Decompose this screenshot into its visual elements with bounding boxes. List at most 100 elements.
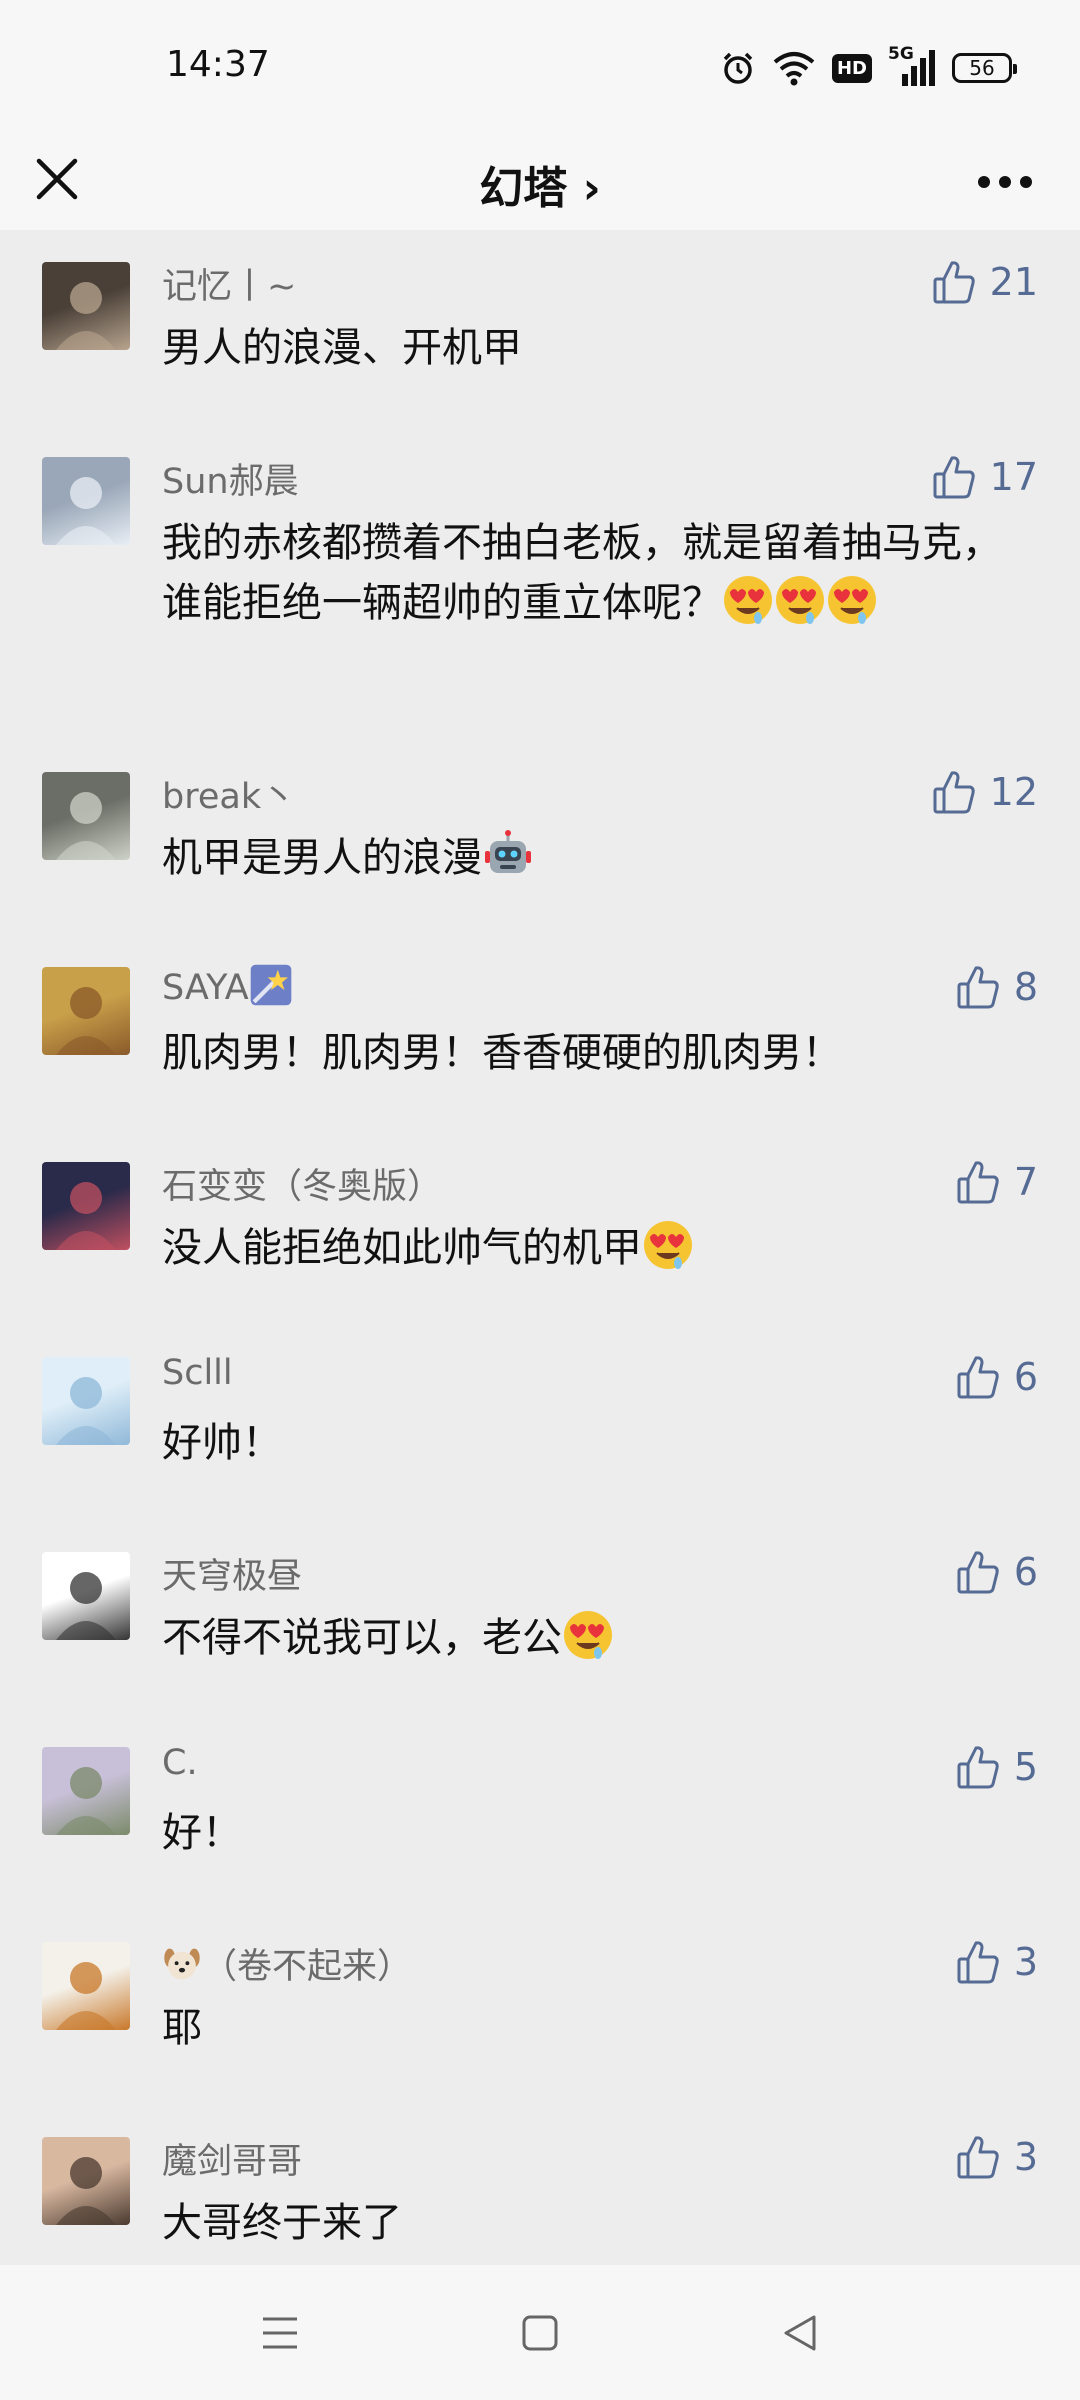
comment-text: 不得不说我可以，老公: [162, 1608, 1022, 1668]
battery-icon: 56: [952, 53, 1017, 83]
commenter-name-text: （卷不起来）: [202, 1947, 413, 1987]
wifi-icon: [772, 50, 816, 86]
comment-item[interactable]: SAYA 肌肉男！肌肉男！香香硬硬的肌肉男！ 8: [0, 935, 1080, 1125]
avatar-image: [56, 1182, 116, 1250]
thumbs-up-icon: [957, 1941, 999, 1984]
avatar-image: [56, 2157, 116, 2225]
commenter-name[interactable]: （卷不起来）: [162, 1938, 412, 1989]
avatar[interactable]: [42, 772, 130, 860]
thumbs-up-icon: [957, 2136, 999, 2179]
avatar-image: [56, 792, 116, 860]
status-bar: 14:37 HD 5G 56: [0, 0, 1080, 130]
back-button[interactable]: [770, 2307, 830, 2359]
like-count: 5: [1013, 1745, 1038, 1789]
avatar[interactable]: [42, 262, 130, 350]
comment-text-content: 大哥终于来了: [162, 2200, 402, 2246]
comment-item[interactable]: 石变变（冬奥版） 没人能拒绝如此帅气的机甲 7: [0, 1130, 1080, 1320]
like-count: 6: [1013, 1355, 1038, 1399]
heart-eyes-emoji: [724, 576, 772, 624]
comment-text-content: 男人的浪漫、开机甲: [162, 325, 522, 371]
comment-text: 肌肉男！肌肉男！香香硬硬的肌肉男！: [162, 1023, 1022, 1083]
comment-text: 耶: [162, 1998, 1022, 2058]
heart-eyes-emoji: [564, 1611, 612, 1659]
comment-item[interactable]: Sun郝晨 我的赤核都攒着不抽白老板，就是留着抽马克，谁能拒绝一辆超帅的重立体呢？…: [0, 425, 1080, 725]
avatar[interactable]: [42, 1942, 130, 2030]
like-count: 12: [989, 770, 1038, 814]
like-count: 3: [1013, 2135, 1038, 2179]
heart-eyes-emoji: [776, 576, 824, 624]
commenter-name[interactable]: break丶: [162, 768, 296, 819]
thumbs-up-icon: [957, 1746, 999, 1789]
comment-item[interactable]: Sclll 好帅！ 6: [0, 1325, 1080, 1515]
like-button[interactable]: 8: [956, 957, 1038, 1017]
commenter-name[interactable]: 天穹极昼: [162, 1548, 302, 1599]
like-count: 17: [989, 455, 1038, 499]
heart-eyes-emoji: [644, 1221, 692, 1269]
commenter-name[interactable]: Sun郝晨: [162, 453, 299, 504]
thumbs-up-icon: [957, 1551, 999, 1594]
like-button[interactable]: 6: [956, 1347, 1038, 1407]
home-icon: [522, 2315, 558, 2351]
thumbs-up-icon: [933, 456, 975, 499]
heart-eyes-emoji: [828, 576, 876, 624]
status-icons: HD 5G 56: [720, 44, 1017, 90]
home-button[interactable]: [510, 2307, 570, 2359]
avatar[interactable]: [42, 967, 130, 1055]
comment-list[interactable]: 记忆丨~ 男人的浪漫、开机甲 21 Sun郝晨 我的赤核都攒着不抽白老板，就是留着抽马克…: [0, 230, 1080, 2265]
comment-item[interactable]: 魔剑哥哥大哥终于来了 3: [0, 2105, 1080, 2265]
comment-text-content: 不得不说我可以，老公: [162, 1615, 562, 1661]
like-button[interactable]: 6: [956, 1542, 1038, 1602]
avatar[interactable]: [42, 1747, 130, 1835]
like-count: 7: [1013, 1160, 1038, 1204]
avatar-image: [56, 1767, 116, 1835]
commenter-name-text: Sun郝晨: [162, 462, 299, 502]
avatar[interactable]: [42, 457, 130, 545]
more-button[interactable]: [970, 152, 1040, 212]
commenter-name-text: 魔剑哥哥: [162, 2142, 303, 2182]
comment-text: 男人的浪漫、开机甲: [162, 318, 1022, 378]
shooting-star-emoji: [250, 964, 292, 1006]
hd-icon: HD: [831, 53, 872, 83]
comment-item[interactable]: break丶 机甲是男人的浪漫 12: [0, 740, 1080, 930]
avatar[interactable]: [42, 1162, 130, 1250]
comment-text-content: 肌肉男！肌肉男！香香硬硬的肌肉男！: [162, 1030, 842, 1076]
like-button[interactable]: 17: [932, 447, 1038, 507]
title-bar: 幻塔 ›: [0, 130, 1080, 230]
comment-text: 好帅！: [162, 1413, 1022, 1473]
like-button[interactable]: 12: [932, 762, 1038, 822]
page-title[interactable]: 幻塔 ›: [0, 152, 1080, 216]
commenter-name[interactable]: 石变变（冬奥版）: [162, 1158, 442, 1209]
avatar[interactable]: [42, 1357, 130, 1445]
commenter-name[interactable]: Sclll: [162, 1353, 233, 1393]
like-button[interactable]: 21: [932, 252, 1038, 312]
avatar[interactable]: [42, 1552, 130, 1640]
comment-text-content: 好！: [162, 1810, 242, 1856]
avatar-image: [56, 1962, 116, 2030]
commenter-name-text: SAYA: [162, 968, 249, 1008]
signal-icon: 5G: [888, 44, 936, 88]
avatar[interactable]: [42, 2137, 130, 2225]
commenter-name[interactable]: 魔剑哥哥: [162, 2133, 302, 2184]
comment-item[interactable]: C. 好！ 5: [0, 1715, 1080, 1905]
commenter-name[interactable]: SAYA: [162, 963, 293, 1008]
comment-item[interactable]: 记忆丨~ 男人的浪漫、开机甲 21: [0, 230, 1080, 420]
commenter-name[interactable]: C.: [162, 1743, 198, 1783]
comment-text-content: 没人能拒绝如此帅气的机甲: [162, 1225, 642, 1271]
like-count: 8: [1013, 965, 1038, 1009]
commenter-name-text: 石变变（冬奥版）: [162, 1167, 443, 1207]
commenter-name[interactable]: 记忆丨~: [162, 258, 296, 309]
avatar-image: [56, 987, 116, 1055]
comment-text: 好！: [162, 1803, 1022, 1863]
back-icon: [784, 2315, 816, 2351]
like-button[interactable]: 3: [956, 2127, 1038, 2187]
like-button[interactable]: 7: [956, 1152, 1038, 1212]
robot-emoji: [485, 830, 531, 873]
avatar-image: [56, 282, 116, 350]
like-button[interactable]: 5: [956, 1737, 1038, 1797]
menu-button[interactable]: [250, 2307, 310, 2359]
comment-item[interactable]: （卷不起来） 耶 3: [0, 1910, 1080, 2100]
thumbs-up-icon: [933, 261, 975, 304]
like-button[interactable]: 3: [956, 1932, 1038, 1992]
comment-item[interactable]: 天穹极昼不得不说我可以，老公 6: [0, 1520, 1080, 1710]
like-count: 6: [1013, 1550, 1038, 1594]
